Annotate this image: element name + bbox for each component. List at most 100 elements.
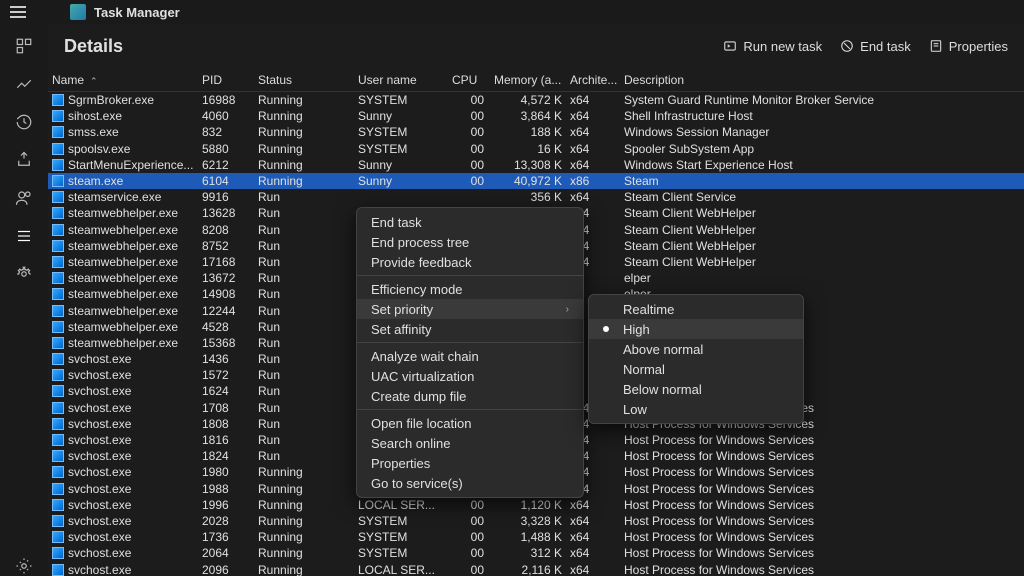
cell-status: Run: [254, 287, 354, 301]
sidebar-services-icon[interactable]: [14, 264, 34, 284]
col-desc[interactable]: Description: [620, 73, 1024, 87]
page-title: Details: [64, 36, 123, 57]
table-row[interactable]: steam.exe6104RunningSunny0040,972 Kx86St…: [48, 173, 1024, 189]
cell-cpu: 00: [448, 174, 490, 188]
ctx-go-to-services[interactable]: Go to service(s): [357, 473, 583, 493]
col-arch[interactable]: Archite...: [566, 73, 620, 87]
cell-status: Run: [254, 352, 354, 366]
sidebar-details-icon[interactable]: [14, 226, 34, 246]
menu-icon[interactable]: [10, 6, 26, 18]
ctx-efficiency-mode[interactable]: Efficiency mode: [357, 279, 583, 299]
table-row[interactable]: svchost.exe1996RunningLOCAL SER...001,12…: [48, 497, 1024, 513]
cell-pid: 2028: [198, 514, 254, 528]
priority-normal[interactable]: Normal: [589, 359, 803, 379]
file-icon: [52, 466, 64, 478]
file-icon: [52, 353, 64, 365]
col-cpu[interactable]: CPU: [448, 73, 490, 87]
sidebar-history-icon[interactable]: [14, 112, 34, 132]
cell-arch: x64: [566, 563, 620, 576]
cell-arch: x64: [566, 109, 620, 123]
table-row[interactable]: StartMenuExperience...6212RunningSunny00…: [48, 157, 1024, 173]
sort-indicator-icon: ⌃: [90, 76, 98, 86]
cell-desc: Host Process for Windows Services: [620, 530, 1024, 544]
ctx-end-task[interactable]: End task: [357, 212, 583, 232]
priority-above-normal[interactable]: Above normal: [589, 339, 803, 359]
cell-pid: 1988: [198, 482, 254, 496]
sidebar-users-icon[interactable]: [14, 188, 34, 208]
ctx-create-dump-file[interactable]: Create dump file: [357, 386, 583, 406]
table-row[interactable]: smss.exe832RunningSYSTEM00188 Kx64Window…: [48, 124, 1024, 140]
selected-dot-icon: [603, 326, 609, 332]
priority-high[interactable]: High: [589, 319, 803, 339]
ctx-end-process-tree[interactable]: End process tree: [357, 232, 583, 252]
ctx-set-affinity[interactable]: Set affinity: [357, 319, 583, 339]
ctx-set-priority[interactable]: Set priority›: [357, 299, 583, 319]
table-row[interactable]: steamservice.exe9916Run356 Kx64Steam Cli…: [48, 189, 1024, 205]
cell-pid: 1572: [198, 368, 254, 382]
cell-status: Run: [254, 384, 354, 398]
file-icon: [52, 418, 64, 430]
ctx-separator: [357, 275, 583, 276]
cell-user: LOCAL SER...: [354, 563, 448, 576]
cell-mem: 2,116 K: [490, 563, 566, 576]
cell-status: Run: [254, 368, 354, 382]
cell-mem: 1,488 K: [490, 530, 566, 544]
cell-desc: Windows Session Manager: [620, 125, 1024, 139]
table-row[interactable]: SgrmBroker.exe16988RunningSYSTEM004,572 …: [48, 92, 1024, 108]
file-icon: [52, 385, 64, 397]
col-mem[interactable]: Memory (a...: [490, 73, 566, 87]
ctx-search-online[interactable]: Search online: [357, 433, 583, 453]
priority-realtime[interactable]: Realtime: [589, 299, 803, 319]
cell-desc: Steam Client Service: [620, 190, 1024, 204]
cell-cpu: 00: [448, 93, 490, 107]
col-status[interactable]: Status: [254, 73, 354, 87]
cell-pid: 9916: [198, 190, 254, 204]
table-row[interactable]: svchost.exe1736RunningSYSTEM001,488 Kx64…: [48, 529, 1024, 545]
cell-pid: 13628: [198, 206, 254, 220]
table-row[interactable]: sihost.exe4060RunningSunny003,864 Kx64Sh…: [48, 108, 1024, 124]
cell-name: steamwebhelper.exe: [48, 255, 198, 269]
cell-pid: 1808: [198, 417, 254, 431]
sidebar-startup-icon[interactable]: [14, 150, 34, 170]
ctx-provide-feedback[interactable]: Provide feedback: [357, 252, 583, 272]
col-pid[interactable]: PID: [198, 73, 254, 87]
sidebar-settings-icon[interactable]: [14, 556, 34, 576]
sidebar-performance-icon[interactable]: [14, 74, 34, 94]
table-row[interactable]: spoolsv.exe5880RunningSYSTEM0016 Kx64Spo…: [48, 141, 1024, 157]
priority-low[interactable]: Low: [589, 399, 803, 419]
end-task-button[interactable]: End task: [840, 39, 911, 54]
cell-pid: 4060: [198, 109, 254, 123]
priority-below-normal[interactable]: Below normal: [589, 379, 803, 399]
sidebar-processes-icon[interactable]: [14, 36, 34, 56]
page-header: Details Run new task End task Properties: [48, 24, 1024, 68]
cell-name: svchost.exe: [48, 368, 198, 382]
ctx-analyze-wait-chain[interactable]: Analyze wait chain: [357, 346, 583, 366]
cell-status: Run: [254, 417, 354, 431]
cell-user: Sunny: [354, 158, 448, 172]
table-row[interactable]: svchost.exe2096RunningLOCAL SER...002,11…: [48, 561, 1024, 576]
cell-pid: 4528: [198, 320, 254, 334]
cell-status: Running: [254, 465, 354, 479]
col-user[interactable]: User name: [354, 73, 448, 87]
cell-name: svchost.exe: [48, 563, 198, 576]
properties-button[interactable]: Properties: [929, 39, 1008, 54]
ctx-uac-virtualization[interactable]: UAC virtualization: [357, 366, 583, 386]
file-icon: [52, 450, 64, 462]
cell-status: Running: [254, 546, 354, 560]
ctx-properties[interactable]: Properties: [357, 453, 583, 473]
cell-pid: 832: [198, 125, 254, 139]
table-row[interactable]: svchost.exe2064RunningSYSTEM00312 Kx64Ho…: [48, 545, 1024, 561]
col-name[interactable]: Name⌃: [48, 73, 198, 87]
cell-pid: 1816: [198, 433, 254, 447]
cell-pid: 2064: [198, 546, 254, 560]
cell-name: smss.exe: [48, 125, 198, 139]
cell-pid: 1624: [198, 384, 254, 398]
ctx-open-file-location[interactable]: Open file location: [357, 413, 583, 433]
table-row[interactable]: svchost.exe2028RunningSYSTEM003,328 Kx64…: [48, 513, 1024, 529]
ctx-set-priority-label: Set priority: [371, 302, 433, 317]
cell-status: Run: [254, 190, 354, 204]
cell-mem: 312 K: [490, 546, 566, 560]
cell-mem: 356 K: [490, 190, 566, 204]
cell-name: svchost.exe: [48, 417, 198, 431]
run-new-task-button[interactable]: Run new task: [723, 39, 822, 54]
